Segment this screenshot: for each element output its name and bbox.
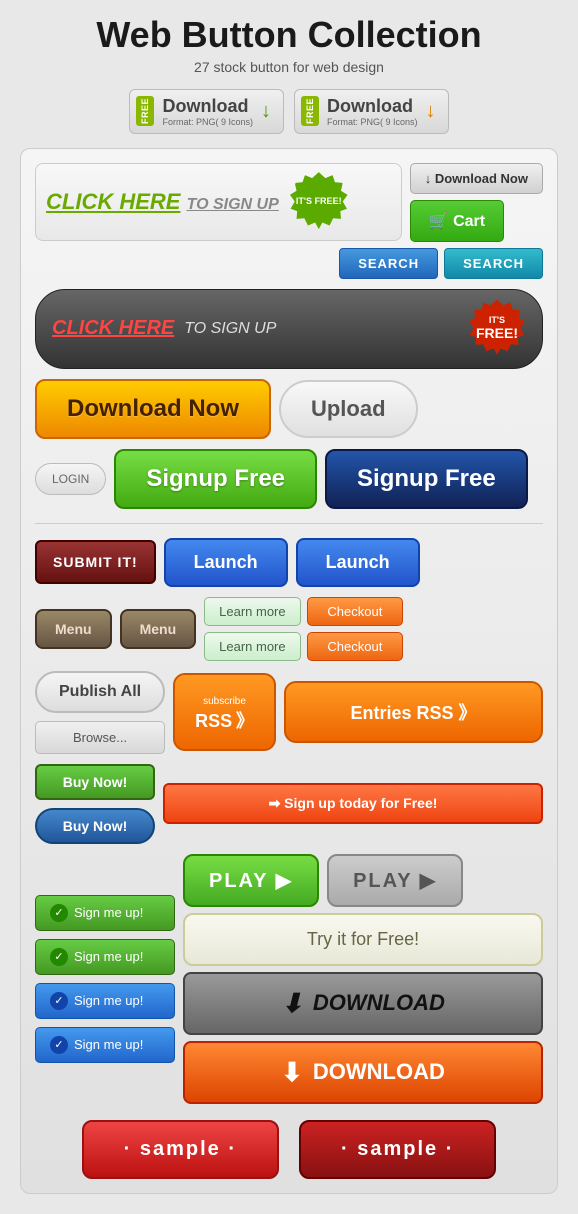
- badge-download-icon-1: ↓: [261, 100, 271, 123]
- free-badge-red[interactable]: IT'S FREE!: [468, 300, 526, 358]
- sign-me-up-label-2: Sign me up!: [74, 949, 143, 964]
- buy-now-green-button[interactable]: Buy Now!: [35, 764, 155, 800]
- row-4: LOGIN Signup Free Signup Free: [35, 449, 543, 509]
- page-subtitle: 27 stock button for web design: [194, 59, 384, 75]
- menu-button-1[interactable]: Menu: [35, 609, 112, 649]
- signup-area-1[interactable]: CLICK HERE TO SIGN UP IT'S FREE!: [35, 163, 402, 241]
- divider-1: [35, 523, 543, 524]
- sign-me-up-green-2[interactable]: ✓ Sign me up!: [35, 939, 175, 975]
- try-free-button[interactable]: Try it for Free!: [183, 913, 543, 966]
- row-5: SUBMIT IT! Launch Launch: [35, 538, 543, 587]
- submit-it-button[interactable]: SUBMIT IT!: [35, 540, 156, 584]
- buy-now-blue-button[interactable]: Buy Now!: [35, 808, 155, 844]
- entries-rss-button[interactable]: Entries RSS 》: [284, 681, 543, 743]
- content-area: CLICK HERE TO SIGN UP IT'S FREE! ↓ Downl…: [20, 148, 558, 1194]
- left-col-9: ✓ Sign me up! ✓ Sign me up! ✓ Sign me up…: [35, 895, 175, 1063]
- login-button[interactable]: LOGIN: [35, 463, 106, 495]
- download-now-sm-button[interactable]: ↓ Download Now: [410, 163, 543, 194]
- download-badges-row: FREE Download Format: PNG( 9 Icons) ↓ FR…: [129, 89, 448, 134]
- cart-button[interactable]: 🛒 Cart: [410, 200, 504, 242]
- free-badge-green-text: IT'S FREE!: [296, 197, 342, 207]
- entries-rss-label: Entries RSS: [350, 703, 453, 723]
- free-badge-red-text: IT'S FREE!: [476, 316, 518, 341]
- launch-button-1[interactable]: Launch: [164, 538, 288, 587]
- download-dark-label: DOWNLOAD: [313, 990, 445, 1016]
- badge-subtitle-2: Format: PNG( 9 Icons): [327, 117, 418, 127]
- left-col-7: Publish All Browse...: [35, 671, 165, 754]
- download-orange-button[interactable]: ⬇ DOWNLOAD: [183, 1041, 543, 1104]
- search-button-1[interactable]: SEARCH: [339, 248, 438, 279]
- left-col-8: Buy Now! Buy Now!: [35, 764, 155, 844]
- badge-download-icon-2: ↓: [426, 100, 436, 123]
- to-sign-label-2: TO SIGN UP: [184, 320, 276, 338]
- play-green-button[interactable]: PLAY ▶: [183, 854, 319, 907]
- download-orange-arrow: ⬇: [281, 1057, 303, 1088]
- badge-subtitle-1: Format: PNG( 9 Icons): [162, 117, 253, 127]
- signup-free-green-button[interactable]: Signup Free: [114, 449, 317, 509]
- row-6: Menu Menu Learn more Checkout Learn more…: [35, 597, 543, 661]
- signup-free-darkblue-button[interactable]: Signup Free: [325, 449, 528, 509]
- right-col-1: ↓ Download Now 🛒 Cart: [410, 163, 543, 242]
- click-here-label-1: CLICK HERE TO SIGN UP: [46, 189, 279, 215]
- signup-area-2[interactable]: CLICK HERE TO SIGN UP IT'S FREE!: [35, 289, 543, 369]
- check-icon-4: ✓: [50, 1036, 68, 1054]
- right-section-9: PLAY ▶ PLAY ▶ Try it for Free! ⬇ DOWNLOA…: [183, 854, 543, 1104]
- sign-up-today-button[interactable]: ➡ Sign up today for Free!: [163, 783, 543, 824]
- free-badge-green[interactable]: IT'S FREE!: [289, 172, 349, 232]
- upload-button[interactable]: Upload: [279, 380, 418, 438]
- checkout-button-1[interactable]: Checkout: [307, 597, 403, 626]
- download-now-lg-button[interactable]: Download Now: [35, 379, 271, 439]
- row-8: Buy Now! Buy Now! ➡ Sign up today for Fr…: [35, 764, 543, 844]
- download-dark-button[interactable]: ⬇ DOWNLOAD: [183, 972, 543, 1035]
- sign-me-up-green-1[interactable]: ✓ Sign me up!: [35, 895, 175, 931]
- sample-red-button[interactable]: · sample ·: [82, 1120, 279, 1179]
- badge-text-1: Download Format: PNG( 9 Icons): [162, 96, 253, 127]
- click-here-label-2: CLICK HERE: [52, 317, 174, 340]
- badge-text-2: Download Format: PNG( 9 Icons): [327, 96, 418, 127]
- rss-button[interactable]: subscribe RSS 》: [173, 673, 276, 751]
- search-button-2[interactable]: SEARCH: [444, 248, 543, 279]
- page-title: Web Button Collection: [96, 15, 481, 55]
- download-badge-2[interactable]: FREE Download Format: PNG( 9 Icons) ↓: [294, 89, 449, 134]
- row-9: ✓ Sign me up! ✓ Sign me up! ✓ Sign me up…: [35, 854, 543, 1104]
- sign-me-up-label-1: Sign me up!: [74, 905, 143, 920]
- learn-more-button-2[interactable]: Learn more: [204, 632, 300, 661]
- browse-button[interactable]: Browse...: [35, 721, 165, 754]
- sign-me-up-label-4: Sign me up!: [74, 1037, 143, 1052]
- learn-more-button-1[interactable]: Learn more: [204, 597, 300, 626]
- play-row: PLAY ▶ PLAY ▶: [183, 854, 543, 907]
- sample-darkred-button[interactable]: · sample ·: [299, 1120, 496, 1179]
- launch-button-2[interactable]: Launch: [296, 538, 420, 587]
- check-icon-2: ✓: [50, 948, 68, 966]
- row-1: CLICK HERE TO SIGN UP IT'S FREE! ↓ Downl…: [35, 163, 543, 242]
- free-tag-1: FREE: [136, 96, 154, 126]
- sign-me-up-label-3: Sign me up!: [74, 993, 143, 1008]
- download-badge-1[interactable]: FREE Download Format: PNG( 9 Icons) ↓: [129, 89, 284, 134]
- rss-icon: 》: [459, 703, 477, 723]
- download-orange-label: DOWNLOAD: [313, 1059, 445, 1085]
- badge-title-1: Download: [162, 96, 253, 117]
- check-icon-3: ✓: [50, 992, 68, 1010]
- publish-all-button[interactable]: Publish All: [35, 671, 165, 713]
- free-tag-2: FREE: [301, 96, 319, 126]
- menu-button-2[interactable]: Menu: [120, 609, 197, 649]
- row-7: Publish All Browse... subscribe RSS 》 En…: [35, 671, 543, 754]
- rss-label: subscribe RSS 》: [195, 691, 254, 733]
- sign-me-up-blue-2[interactable]: ✓ Sign me up!: [35, 1027, 175, 1063]
- badge-title-2: Download: [327, 96, 418, 117]
- download-dark-arrow: ⬇: [281, 988, 303, 1019]
- row-3: Download Now Upload: [35, 379, 543, 439]
- check-icon-1: ✓: [50, 904, 68, 922]
- play-gray-button[interactable]: PLAY ▶: [327, 854, 463, 907]
- checkout-button-2[interactable]: Checkout: [307, 632, 403, 661]
- sample-row: · sample · · sample ·: [35, 1120, 543, 1179]
- learn-checkout-grid: Learn more Checkout Learn more Checkout: [204, 597, 403, 661]
- sign-me-up-blue-1[interactable]: ✓ Sign me up!: [35, 983, 175, 1019]
